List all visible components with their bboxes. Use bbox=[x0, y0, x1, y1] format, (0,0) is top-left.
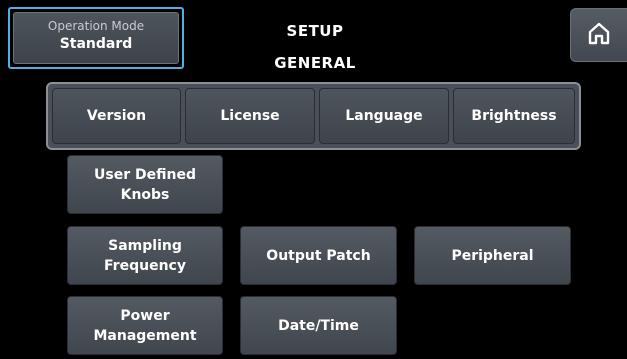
operation-mode-selection-frame: Operation Mode Standard bbox=[8, 7, 184, 69]
user-defined-knobs-label: User Defined Knobs bbox=[94, 166, 196, 203]
home-icon bbox=[586, 20, 612, 50]
operation-mode-button[interactable]: Operation Mode Standard bbox=[13, 12, 179, 64]
page-subtitle: GENERAL bbox=[274, 54, 356, 72]
date-time-button[interactable]: Date/Time bbox=[240, 296, 397, 355]
tab-version-label: Version bbox=[86, 108, 147, 124]
power-management-button[interactable]: Power Management bbox=[67, 296, 223, 355]
tab-license[interactable]: License bbox=[185, 88, 315, 144]
home-button[interactable] bbox=[570, 8, 627, 62]
tab-language[interactable]: Language bbox=[319, 88, 449, 144]
user-defined-knobs-button[interactable]: User Defined Knobs bbox=[67, 155, 223, 214]
peripheral-button[interactable]: Peripheral bbox=[414, 226, 571, 285]
operation-mode-value: Standard bbox=[59, 36, 133, 52]
setup-screen: Operation Mode Standard SETUP GENERAL Ve… bbox=[0, 0, 627, 359]
page-title: SETUP bbox=[286, 22, 344, 40]
date-time-label: Date/Time bbox=[278, 317, 359, 334]
tab-brightness[interactable]: Brightness bbox=[453, 88, 575, 144]
peripheral-label: Peripheral bbox=[451, 247, 534, 264]
sampling-frequency-button[interactable]: Sampling Frequency bbox=[67, 226, 223, 285]
power-management-label: Power Management bbox=[93, 307, 197, 344]
tab-license-label: License bbox=[220, 108, 280, 124]
output-patch-label: Output Patch bbox=[266, 247, 371, 264]
tab-language-label: Language bbox=[345, 108, 423, 124]
operation-mode-label: Operation Mode bbox=[47, 19, 145, 33]
setup-tab-bar: Version License Language Brightness bbox=[46, 82, 581, 150]
tab-version[interactable]: Version bbox=[52, 88, 181, 144]
tab-brightness-label: Brightness bbox=[471, 108, 557, 124]
output-patch-button[interactable]: Output Patch bbox=[240, 226, 397, 285]
sampling-frequency-label: Sampling Frequency bbox=[104, 237, 186, 274]
